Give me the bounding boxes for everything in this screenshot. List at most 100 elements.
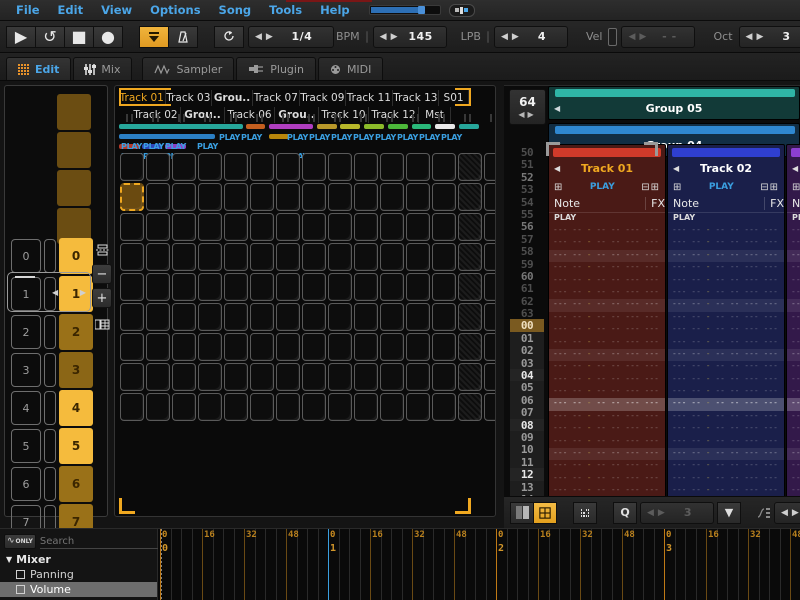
chevron-down-icon[interactable]: ▼	[6, 555, 12, 564]
track-play-indicator[interactable]: PLAY	[419, 133, 440, 142]
pattern-note-row[interactable]: --- -- - -- -- --- --- --- ---	[549, 348, 665, 362]
bpm-tap-button[interactable]	[365, 30, 368, 43]
matrix-slot[interactable]	[250, 243, 274, 271]
track-color-bar[interactable]	[387, 124, 408, 129]
pattern-note-row[interactable]: --- -- - -- -- --- --- --- ---	[549, 448, 665, 461]
pattern-note-row[interactable]: --- -- - -- -- --- --- --- ---	[787, 225, 800, 237]
chevron-right-icon[interactable]: ▶	[756, 32, 763, 42]
pattern-note-row[interactable]: --- -- - -- -- --- --- --- ---	[787, 460, 800, 472]
line-number[interactable]: 56	[510, 220, 544, 233]
matrix-slot[interactable]	[406, 393, 430, 421]
only-automated-toggle[interactable]: ∿ ONLY	[4, 534, 36, 549]
collapse-track-icon[interactable]: ◀	[673, 164, 679, 173]
pattern-note-row[interactable]: --- -- - -- -- --- --- --- ---	[787, 386, 800, 398]
matrix-slot[interactable]	[328, 213, 352, 241]
add-column-button[interactable]: ⊞	[554, 182, 563, 193]
pattern-note-row[interactable]: --- -- - -- -- --- --- --- ---	[668, 324, 784, 336]
track-color-bar[interactable]	[119, 134, 216, 139]
chevron-left-icon[interactable]: ◀	[647, 508, 654, 518]
chevron-left-icon[interactable]: ◀	[380, 32, 387, 42]
matrix-slot[interactable]	[354, 393, 378, 421]
pattern-note-row[interactable]: --- -- - -- -- --- --- --- ---	[787, 398, 800, 411]
matrix-track-name[interactable]: Track 09	[300, 89, 347, 106]
matrix-slot[interactable]	[250, 153, 274, 181]
matrix-slot[interactable]	[380, 303, 404, 331]
sequence-slot[interactable]	[44, 353, 56, 387]
line-number[interactable]: 52	[510, 171, 544, 184]
matrix-slot[interactable]	[250, 273, 274, 301]
pattern-note-row[interactable]: --- -- - -- -- --- --- --- ---	[668, 411, 784, 423]
matrix-slot[interactable]	[432, 153, 456, 181]
pattern-note-row[interactable]: --- -- - -- -- --- --- --- ---	[549, 262, 665, 274]
pattern-note-row[interactable]: --- -- - -- -- --- --- --- ---	[549, 225, 665, 237]
sequence-slot[interactable]	[44, 391, 56, 425]
pattern-note-row[interactable]: --- -- - -- -- --- --- --- ---	[549, 436, 665, 448]
matrix-slot[interactable]	[406, 213, 430, 241]
quantize-toggle[interactable]: Q	[613, 501, 637, 524]
pattern-note-row[interactable]: --- -- - -- -- --- --- --- ---	[549, 312, 665, 324]
matrix-slot[interactable]	[120, 183, 144, 211]
sequence-index[interactable]: 4	[11, 391, 41, 425]
matrix-slot[interactable]	[380, 273, 404, 301]
note-column-header[interactable]: Note	[668, 197, 766, 210]
matrix-slot[interactable]	[458, 183, 482, 211]
pattern-block[interactable]	[57, 132, 91, 168]
pattern-note-row[interactable]: --- -- - -- -- --- --- --- ---	[787, 448, 800, 461]
matrix-slot[interactable]	[198, 333, 222, 361]
pattern-note-row[interactable]: --- -- - -- -- --- --- --- ---	[549, 275, 665, 287]
pattern-note-row[interactable]: --- -- - -- -- --- --- --- ---	[549, 398, 665, 411]
pattern-note-row[interactable]: --- -- - -- -- --- --- --- ---	[668, 237, 784, 249]
matrix-slot[interactable]	[276, 273, 300, 301]
pattern-note-row[interactable]: --- -- - -- -- --- --- --- ---	[549, 299, 665, 312]
matrix-slot[interactable]	[120, 273, 144, 301]
matrix-slot[interactable]	[484, 363, 495, 391]
matrix-slot[interactable]	[276, 393, 300, 421]
automation-parameter-item[interactable]: Volume	[0, 582, 157, 597]
track-play-indicator[interactable]: PLAY	[197, 142, 218, 151]
matrix-track-name[interactable]: Grou..	[212, 89, 254, 106]
pattern-note-row[interactable]: --- -- - -- -- --- --- --- ---	[549, 473, 665, 485]
matrix-slot[interactable]	[276, 243, 300, 271]
matrix-slot[interactable]	[250, 303, 274, 331]
sequence-pattern-block[interactable]: 6	[59, 466, 93, 502]
pattern-note-row[interactable]: --- -- - -- -- --- --- --- ---	[549, 386, 665, 398]
matrix-slot[interactable]	[172, 153, 196, 181]
matrix-slot[interactable]	[328, 393, 352, 421]
sequence-slot[interactable]	[44, 277, 56, 311]
tab-sampler[interactable]: Sampler	[142, 57, 235, 80]
menu-file[interactable]: File	[7, 1, 49, 19]
sequence-row[interactable]: 11	[11, 276, 93, 312]
matrix-slot[interactable]	[302, 333, 326, 361]
pattern-note-row[interactable]: --- -- - -- -- --- --- --- ---	[549, 337, 665, 349]
matrix-slot[interactable]	[172, 213, 196, 241]
line-number[interactable]: 55	[510, 208, 544, 221]
matrix-slot[interactable]	[146, 333, 170, 361]
matrix-slot[interactable]	[328, 363, 352, 391]
matrix-slot[interactable]	[432, 243, 456, 271]
quantize-dropdown[interactable]: ▼	[717, 501, 741, 524]
line-number[interactable]: 57	[510, 233, 544, 246]
matrix-slot[interactable]	[198, 243, 222, 271]
matrix-slot[interactable]	[198, 183, 222, 211]
delay-spinner[interactable]: ◀ ▶ 24	[774, 501, 800, 524]
matrix-slot[interactable]	[302, 273, 326, 301]
sequence-pattern-block[interactable]: 3	[59, 352, 93, 388]
chevron-left-icon[interactable]: ◀	[781, 508, 788, 518]
matrix-view-icon[interactable]	[92, 314, 112, 334]
playhead[interactable]	[328, 529, 329, 600]
track-play-indicator[interactable]: PLAY	[309, 133, 330, 142]
matrix-slot[interactable]	[146, 183, 170, 211]
pattern-note-row[interactable]: --- -- - -- -- --- --- --- ---	[549, 237, 665, 249]
matrix-slot[interactable]	[224, 393, 248, 421]
matrix-slot[interactable]	[224, 273, 248, 301]
pattern-note-row[interactable]: --- -- - -- -- --- --- --- ---	[668, 436, 784, 448]
add-column-button[interactable]: ⊞	[673, 182, 682, 193]
scope-toggle[interactable]	[573, 501, 597, 524]
line-number[interactable]: 05	[510, 381, 544, 394]
pattern-note-row[interactable]: --- -- - -- -- --- --- --- ---	[787, 473, 800, 485]
matrix-slot[interactable]	[250, 213, 274, 241]
menu-tools[interactable]: Tools	[260, 1, 311, 19]
add-column-button[interactable]: ⊞	[792, 182, 800, 193]
pattern-note-row[interactable]: --- -- - -- -- --- --- --- ---	[668, 423, 784, 435]
matrix-slot[interactable]	[224, 363, 248, 391]
